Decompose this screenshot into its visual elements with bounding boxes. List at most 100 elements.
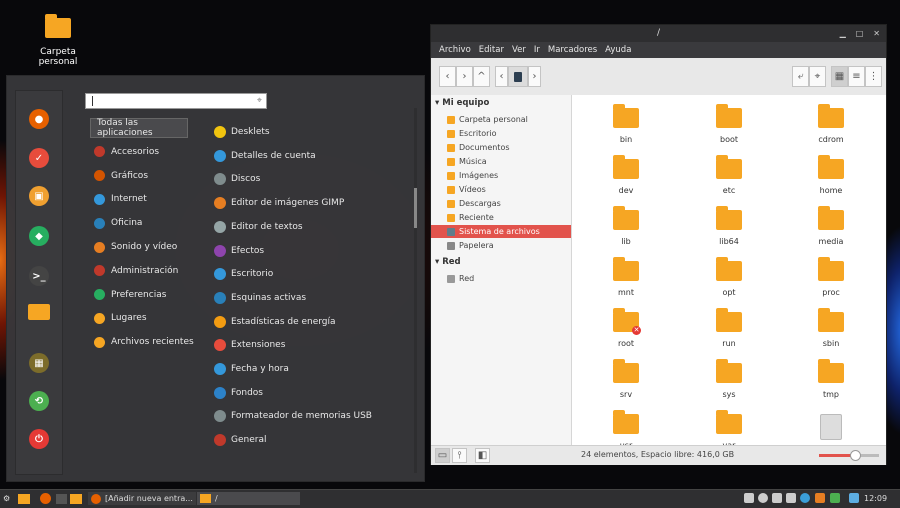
compact-view-button[interactable]: ⋮ xyxy=(865,66,882,87)
search-input[interactable]: ⌖ xyxy=(85,93,267,109)
app-item[interactable]: Esquinas activas xyxy=(214,288,404,308)
list-view-button[interactable]: ≡ xyxy=(848,66,865,87)
file-item[interactable]: initrd.img xyxy=(801,414,861,445)
file-item[interactable]: etc xyxy=(699,155,759,195)
app-item[interactable]: Discos xyxy=(214,169,404,189)
maximize-icon[interactable]: □ xyxy=(856,25,864,42)
sidebar-item[interactable]: Vídeos xyxy=(431,183,571,196)
file-item[interactable]: dev xyxy=(596,155,656,195)
app-item[interactable]: Estadísticas de energía xyxy=(214,312,404,332)
file-item[interactable]: lib64 xyxy=(699,206,759,246)
file-item[interactable]: lib xyxy=(596,206,656,246)
favorite-shutdown[interactable]: ⏻ xyxy=(29,429,49,449)
menu-ayuda[interactable]: Ayuda xyxy=(601,42,635,58)
app-item[interactable]: Formateador de memorias USB xyxy=(214,406,404,426)
icon-view-button[interactable]: ▦ xyxy=(831,66,848,87)
task-files-window[interactable]: / xyxy=(197,492,300,505)
menu-archivo[interactable]: Archivo xyxy=(435,42,475,58)
category-item[interactable]: Sonido y vídeo xyxy=(90,237,230,257)
file-item[interactable]: home xyxy=(801,155,861,195)
category-item[interactable]: Archivos recientes xyxy=(90,332,230,352)
firefox-launcher[interactable] xyxy=(40,492,51,505)
menu-scrollbar[interactable] xyxy=(414,108,417,473)
favorite-firefox[interactable]: ● xyxy=(29,109,49,129)
file-item[interactable]: sys xyxy=(699,359,759,399)
file-item[interactable]: mnt xyxy=(596,257,656,297)
file-item[interactable]: tmp xyxy=(801,359,861,399)
show-tree-button[interactable]: ⫯ xyxy=(452,448,467,463)
favorite-terminal[interactable]: >_ xyxy=(29,266,49,286)
app-item[interactable]: Detalles de cuenta xyxy=(214,146,404,166)
terminal-launcher[interactable] xyxy=(56,492,67,505)
close-icon[interactable]: ✕ xyxy=(873,25,880,42)
app-item[interactable]: Escritorio xyxy=(214,264,404,284)
file-item[interactable]: run xyxy=(699,308,759,348)
file-item[interactable]: var xyxy=(699,410,759,445)
category-item[interactable]: Accesorios xyxy=(90,142,230,162)
sidebar-item[interactable]: Red xyxy=(431,272,571,285)
compact-button[interactable]: ⌖ xyxy=(809,66,826,87)
sidebar-section-mi-equipo[interactable]: ▾ Mi equipo xyxy=(435,98,489,108)
hide-sidebar-button[interactable]: ◧ xyxy=(475,448,490,463)
favorite-software-manager[interactable]: ✓ xyxy=(29,148,49,168)
sidebar-item[interactable]: Reciente xyxy=(431,211,571,224)
show-places-button[interactable]: ▭ xyxy=(435,448,450,463)
sidebar-item[interactable]: Imágenes xyxy=(431,169,571,182)
sidebar-item[interactable]: Carpeta personal xyxy=(431,113,571,126)
back-button[interactable]: ‹ xyxy=(439,66,456,87)
category-item[interactable]: Oficina xyxy=(90,213,230,233)
zoom-slider-handle[interactable] xyxy=(850,450,861,461)
desktop-icon-home[interactable]: Carpeta personal xyxy=(22,14,94,67)
task-firefox-window[interactable]: [Añadir nueva entra... xyxy=(88,492,196,505)
favorite-logout[interactable]: ⟲ xyxy=(29,391,49,411)
shield-icon[interactable] xyxy=(815,493,825,503)
file-item[interactable]: proc xyxy=(801,257,861,297)
user-icon[interactable] xyxy=(744,493,754,503)
file-item[interactable]: sbin xyxy=(801,308,861,348)
sidebar-item[interactable]: Sistema de archivos xyxy=(431,225,571,238)
file-item[interactable]: bin xyxy=(596,104,656,144)
category-item[interactable]: Preferencias xyxy=(90,285,230,305)
up-button[interactable]: ^ xyxy=(473,66,490,87)
sidebar-item[interactable]: Documentos xyxy=(431,141,571,154)
sidebar-section-red[interactable]: ▾ Red xyxy=(435,257,461,267)
breadcrumb-right-button[interactable]: › xyxy=(528,66,541,87)
file-item[interactable]: boot xyxy=(699,104,759,144)
favorite-packages[interactable]: ◆ xyxy=(29,226,49,246)
clipboard-icon[interactable] xyxy=(786,493,796,503)
menu-ir[interactable]: Ir xyxy=(530,42,544,58)
file-item[interactable]: cdrom xyxy=(801,104,861,144)
telegram-icon[interactable] xyxy=(800,493,810,503)
favorite-lock-screen[interactable]: ▦ xyxy=(29,353,49,373)
category-item[interactable]: Internet xyxy=(90,189,230,209)
sidebar-item[interactable]: Escritorio xyxy=(431,127,571,140)
file-item[interactable]: usr xyxy=(596,410,656,445)
category-item[interactable]: Todas las aplicaciones xyxy=(90,118,188,138)
app-item[interactable]: Extensiones xyxy=(214,335,404,355)
app-item[interactable]: Fondos xyxy=(214,383,404,403)
minimize-icon[interactable]: ▁ xyxy=(840,25,846,42)
app-item[interactable]: Efectos xyxy=(214,241,404,261)
breadcrumb-left-button[interactable]: ‹ xyxy=(495,66,508,87)
file-item[interactable]: opt xyxy=(699,257,759,297)
app-item[interactable]: Fecha y hora xyxy=(214,359,404,379)
category-item[interactable]: Administración xyxy=(90,261,230,281)
scrollbar-thumb[interactable] xyxy=(414,188,417,228)
clock[interactable]: 12:09 xyxy=(864,492,887,505)
file-item[interactable]: media xyxy=(801,206,861,246)
category-item[interactable]: Gráficos xyxy=(90,166,230,186)
favorite-settings[interactable]: ▣ xyxy=(29,186,49,206)
menu-button[interactable]: ⚙ xyxy=(3,492,10,505)
app-item[interactable]: Editor de textos xyxy=(214,217,404,237)
sidebar-item[interactable]: Descargas xyxy=(431,197,571,210)
file-item[interactable]: srv xyxy=(596,359,656,399)
sidebar-item[interactable]: Papelera xyxy=(431,239,571,252)
forward-button[interactable]: › xyxy=(456,66,473,87)
show-desktop-button[interactable] xyxy=(18,492,30,505)
favorite-files[interactable] xyxy=(28,304,50,320)
network-icon[interactable] xyxy=(758,493,768,503)
menu-editar[interactable]: Editar xyxy=(475,42,508,58)
update-icon[interactable] xyxy=(830,493,840,503)
bluetooth-icon[interactable] xyxy=(849,493,859,503)
toggle-location-button[interactable]: ⤶ xyxy=(792,66,809,87)
